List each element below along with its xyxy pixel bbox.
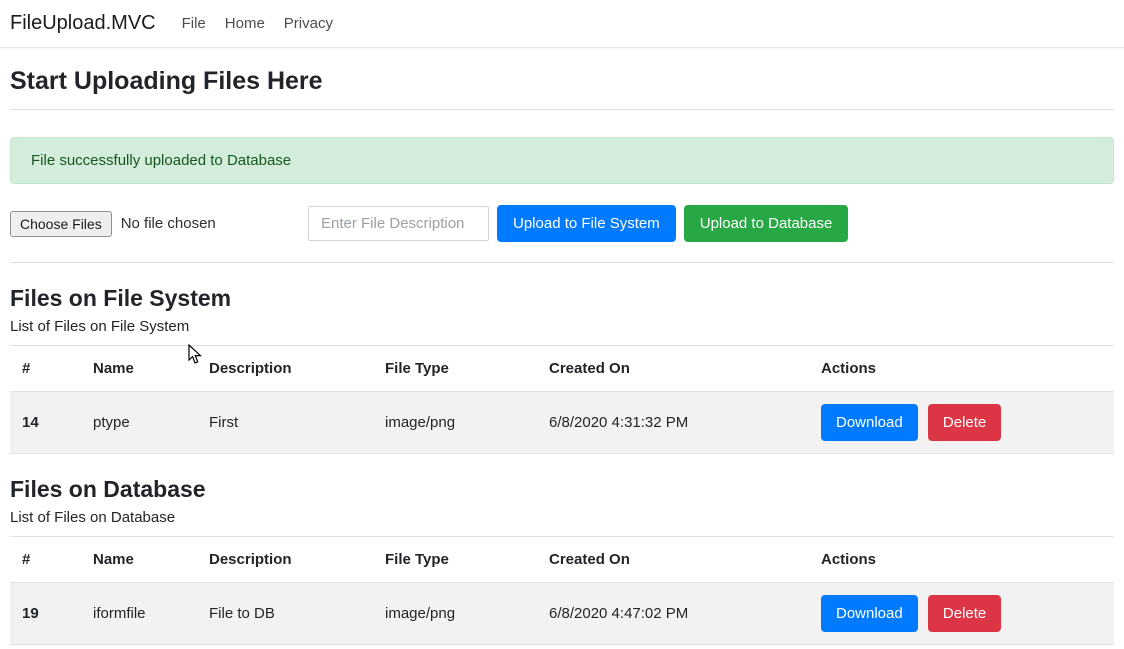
cell-created-on: 6/8/2020 4:47:02 PM [537, 583, 809, 645]
choose-files-button[interactable]: Choose Files [10, 211, 112, 237]
main-content: Start Uploading Files Here File successf… [0, 67, 1124, 645]
upload-form: Choose Files No file chosen Upload to Fi… [10, 205, 1114, 242]
file-system-section-subtitle: List of Files on File System [10, 318, 1114, 335]
header-created-on: Created On [537, 537, 809, 583]
header-name: Name [81, 537, 197, 583]
cell-actions: Download Delete [809, 392, 1114, 454]
download-button[interactable]: Download [821, 595, 918, 632]
navbar: FileUpload.MVC File Home Privacy [0, 0, 1124, 48]
cell-file-type: image/png [373, 583, 537, 645]
divider [10, 262, 1114, 263]
page-title: Start Uploading Files Here [10, 67, 1114, 96]
header-actions: Actions [809, 537, 1114, 583]
database-section: Files on Database List of Files on Datab… [10, 476, 1114, 645]
file-system-section-title: Files on File System [10, 285, 1114, 312]
delete-button[interactable]: Delete [928, 595, 1001, 632]
success-alert: File successfully uploaded to Database [10, 137, 1114, 184]
nav-link-privacy[interactable]: Privacy [284, 15, 333, 32]
header-name: Name [81, 346, 197, 392]
header-file-type: File Type [373, 537, 537, 583]
no-file-chosen-text: No file chosen [121, 215, 216, 232]
header-actions: Actions [809, 346, 1114, 392]
cell-created-on: 6/8/2020 4:31:32 PM [537, 392, 809, 454]
cell-description: File to DB [197, 583, 373, 645]
upload-to-database-button[interactable]: Upload to Database [684, 205, 849, 242]
header-file-type: File Type [373, 346, 537, 392]
cell-file-type: image/png [373, 392, 537, 454]
cell-id: 19 [10, 583, 81, 645]
table-row: 19 iformfile File to DB image/png 6/8/20… [10, 583, 1114, 645]
cell-id: 14 [10, 392, 81, 454]
nav-link-home[interactable]: Home [225, 15, 265, 32]
cell-name: ptype [81, 392, 197, 454]
database-section-subtitle: List of Files on Database [10, 509, 1114, 526]
cell-description: First [197, 392, 373, 454]
header-description: Description [197, 537, 373, 583]
download-button[interactable]: Download [821, 404, 918, 441]
cell-actions: Download Delete [809, 583, 1114, 645]
table-row: 14 ptype First image/png 6/8/2020 4:31:3… [10, 392, 1114, 454]
brand-link[interactable]: FileUpload.MVC [10, 12, 156, 35]
file-input-group: Choose Files No file chosen [10, 211, 308, 237]
file-system-section: Files on File System List of Files on Fi… [10, 285, 1114, 454]
header-created-on: Created On [537, 346, 809, 392]
delete-button[interactable]: Delete [928, 404, 1001, 441]
header-description: Description [197, 346, 373, 392]
divider [10, 109, 1114, 110]
database-table: # Name Description File Type Created On … [10, 536, 1114, 645]
header-id: # [10, 537, 81, 583]
file-system-table: # Name Description File Type Created On … [10, 345, 1114, 454]
database-section-title: Files on Database [10, 476, 1114, 503]
nav-link-file[interactable]: File [182, 15, 206, 32]
upload-to-file-system-button[interactable]: Upload to File System [497, 205, 676, 242]
success-alert-message: File successfully uploaded to Database [31, 152, 291, 169]
table-header-row: # Name Description File Type Created On … [10, 346, 1114, 392]
cell-name: iformfile [81, 583, 197, 645]
header-id: # [10, 346, 81, 392]
file-description-input[interactable] [308, 206, 489, 241]
table-header-row: # Name Description File Type Created On … [10, 537, 1114, 583]
